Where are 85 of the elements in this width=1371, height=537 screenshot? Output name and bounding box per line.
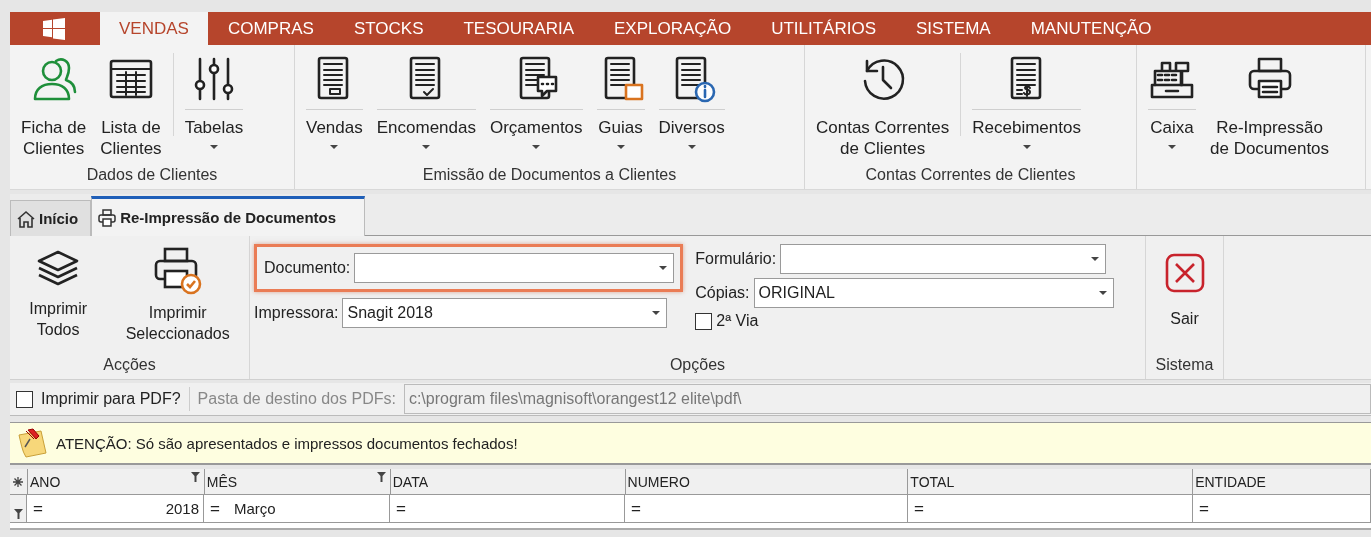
printer-check-icon	[152, 246, 203, 296]
column-header[interactable]: NUMERO	[625, 469, 909, 494]
ribbon-button[interactable]: Lista de Clientes	[93, 45, 169, 166]
ribbon-button[interactable]: Orçamentos	[482, 45, 590, 166]
caret-icon	[532, 145, 541, 149]
caret-icon	[209, 145, 218, 149]
printer-icon	[98, 208, 117, 227]
home-icon	[17, 209, 35, 228]
field-label: Documento:	[264, 259, 351, 277]
filter-value: 2018	[165, 500, 199, 517]
windows-logo-icon	[43, 17, 65, 40]
field-label: Formulário:	[695, 250, 777, 268]
checkbox[interactable]	[695, 312, 713, 330]
ribbon-button[interactable]: Ficha de Clientes	[14, 45, 94, 166]
operator-text: =	[210, 498, 220, 519]
column-header[interactable]: ENTIDADE	[1193, 469, 1371, 494]
operator-text: =	[396, 498, 406, 519]
filter-cell[interactable]: =	[1193, 495, 1371, 522]
menu-tab[interactable]: UTILITÁRIOS	[751, 12, 897, 45]
field-label: Cópias:	[695, 284, 750, 302]
filter-cell[interactable]: =	[908, 495, 1193, 522]
caret-icon	[1091, 257, 1100, 261]
menu-tab[interactable]: TESOURARIA	[443, 12, 594, 45]
caret-icon	[659, 266, 668, 270]
notice-text: ATENÇÃO: Só são apresentados e impressos documentos fechados!	[56, 434, 518, 452]
ribbon-button[interactable]: Recebimentos	[956, 45, 1088, 166]
filter-cell[interactable]: = 2018	[27, 495, 204, 522]
menu-tab[interactable]: EXPLORAÇÃO	[594, 12, 752, 45]
menu-tab[interactable]: COMPRAS	[207, 12, 334, 45]
operator-text: =	[1199, 498, 1209, 519]
close-icon	[1163, 252, 1206, 294]
checkbox-label: Imprimir para PDF?	[41, 390, 181, 408]
group-label: Sistema	[1155, 356, 1214, 375]
ribbon-button[interactable]: Re-Impressão de Documentos	[1203, 45, 1337, 189]
group-label: Contas Correntes de Clientes	[864, 166, 1077, 185]
checkbox-label: 2ª Via	[716, 312, 759, 330]
menu-tab[interactable]: STOCKS	[333, 12, 444, 45]
ribbon-button[interactable]: Imprimir Seleccionados	[125, 246, 230, 356]
document-dropdown[interactable]	[354, 253, 675, 283]
menu-tab[interactable]: MANUTENÇÃO	[1010, 12, 1172, 45]
ribbon-button[interactable]: Caixa	[1141, 45, 1203, 189]
printer-dropdown[interactable]: Snagit 2018	[342, 298, 668, 328]
ribbon-button[interactable]: Vendas	[299, 45, 370, 166]
caret-icon	[1098, 291, 1107, 295]
document-tab[interactable]: Início	[10, 200, 92, 236]
caret-icon	[422, 145, 431, 149]
caret-icon	[687, 145, 696, 149]
ribbon-button[interactable]: Imprimir Todos	[29, 246, 88, 356]
filter-cell[interactable]: =	[625, 495, 908, 522]
caret-icon	[652, 311, 661, 315]
field-label: Impressora:	[254, 304, 339, 322]
column-header[interactable]: TOTAL	[908, 469, 1194, 494]
group-label: Opções	[668, 356, 727, 375]
column-header[interactable]: ANO	[28, 469, 205, 494]
pinned-note-icon	[16, 427, 48, 459]
caret-icon	[1022, 145, 1031, 149]
column-header[interactable]: DATA	[390, 469, 626, 494]
menu-tab[interactable]: VENDAS	[100, 12, 208, 45]
group-label: Acções	[102, 356, 157, 375]
group-label: Dados de Clientes	[85, 166, 219, 185]
ribbon-button[interactable]: Tabelas	[168, 45, 251, 166]
group-label: Emissão de Documentos a Clientes	[421, 166, 678, 185]
filter-value: Março	[233, 500, 276, 517]
ribbon-button[interactable]: Encomendas	[369, 45, 483, 166]
caret-icon	[616, 145, 625, 149]
filter-icon	[13, 509, 23, 519]
operator-text: =	[33, 498, 43, 519]
field-label: Pasta de destino dos PDFs:	[197, 390, 396, 408]
filter-cell[interactable]: =	[390, 495, 625, 522]
operator-text: =	[914, 498, 924, 519]
column-header[interactable]: MÊS	[204, 469, 391, 494]
asterisk-icon	[13, 476, 24, 487]
exit-button[interactable]: Sair	[1163, 236, 1206, 356]
ribbon-button[interactable]: Diversos	[651, 45, 732, 166]
filter-cell[interactable]: = Março	[204, 495, 390, 522]
copies-dropdown[interactable]: ORIGINAL	[753, 278, 1114, 308]
caret-icon	[330, 145, 339, 149]
menu-tab[interactable]: SISTEMA	[896, 12, 1011, 45]
ribbon-button[interactable]: Contas Correntes de Clientes	[809, 45, 957, 166]
checkbox[interactable]	[16, 390, 33, 408]
operator-text: =	[631, 498, 641, 519]
document-tab[interactable]: Re-Impressão de Documentos	[91, 196, 366, 236]
caret-icon	[1168, 145, 1176, 149]
form-dropdown[interactable]	[780, 244, 1107, 274]
ribbon-button[interactable]: Guias	[589, 45, 652, 166]
